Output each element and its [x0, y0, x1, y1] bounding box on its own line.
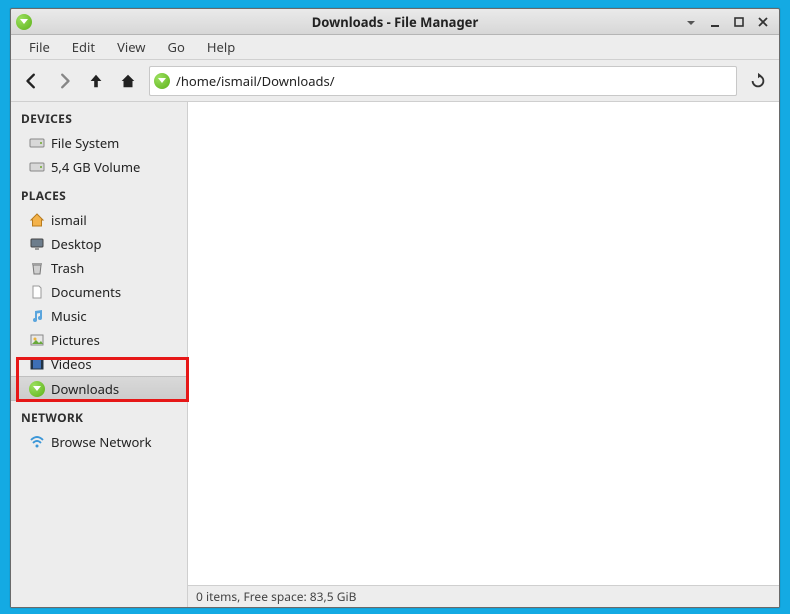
trash-icon	[29, 260, 45, 276]
file-view[interactable]	[188, 102, 779, 585]
sidebar-item-label: Downloads	[51, 380, 119, 398]
sidebar-item-volume[interactable]: 5,4 GB Volume	[11, 155, 187, 179]
location-bar[interactable]: /home/ismail/Downloads/	[149, 66, 737, 96]
body: DEVICES File System 5,4 GB Volume PLACES…	[11, 102, 779, 585]
minimize-button[interactable]	[707, 14, 723, 30]
sidebar-item-home[interactable]: ismail	[11, 208, 187, 232]
sidebar-item-label: 5,4 GB Volume	[51, 158, 140, 176]
titlebar: Downloads - File Manager	[11, 9, 779, 35]
sidebar-item-videos[interactable]: Videos	[11, 352, 187, 376]
menu-help[interactable]: Help	[197, 35, 245, 59]
sidebar-heading-places: PLACES	[11, 179, 187, 208]
up-button[interactable]	[81, 66, 111, 96]
sidebar-heading-network: NETWORK	[11, 401, 187, 430]
sidebar-item-label: Documents	[51, 283, 121, 301]
pictures-icon	[29, 332, 45, 348]
document-icon	[29, 284, 45, 300]
download-icon	[29, 381, 45, 397]
disk-icon	[29, 135, 45, 151]
sidebar-item-label: ismail	[51, 211, 87, 229]
maximize-button[interactable]	[731, 14, 747, 30]
menu-file[interactable]: File	[19, 35, 60, 59]
menu-go[interactable]: Go	[158, 35, 195, 59]
videos-icon	[29, 356, 45, 372]
home-icon	[29, 212, 45, 228]
menu-view[interactable]: View	[107, 35, 155, 59]
statusbar-text: 0 items, Free space: 83,5 GiB	[196, 588, 356, 605]
music-icon	[29, 308, 45, 324]
sidebar-item-downloads[interactable]: Downloads	[11, 376, 187, 401]
desktop-icon	[29, 236, 45, 252]
sidebar-item-desktop[interactable]: Desktop	[11, 232, 187, 256]
sidebar-item-label: Pictures	[51, 331, 100, 349]
forward-button[interactable]	[49, 66, 79, 96]
home-button[interactable]	[113, 66, 143, 96]
always-on-top-button[interactable]	[683, 14, 699, 30]
sidebar-item-file-system[interactable]: File System	[11, 131, 187, 155]
sidebar: DEVICES File System 5,4 GB Volume PLACES…	[11, 102, 188, 585]
reload-button[interactable]	[743, 66, 773, 96]
close-button[interactable]	[755, 14, 771, 30]
app-download-icon	[11, 14, 37, 30]
statusbar: 0 items, Free space: 83,5 GiB	[188, 585, 779, 607]
location-download-icon	[154, 73, 170, 89]
sidebar-item-music[interactable]: Music	[11, 304, 187, 328]
location-path: /home/ismail/Downloads/	[176, 72, 732, 90]
menu-edit[interactable]: Edit	[62, 35, 105, 59]
sidebar-item-label: Trash	[51, 259, 84, 277]
wifi-icon	[29, 434, 45, 450]
window-title: Downloads - File Manager	[11, 13, 779, 31]
sidebar-item-label: Videos	[51, 355, 92, 373]
disk-icon	[29, 159, 45, 175]
sidebar-item-trash[interactable]: Trash	[11, 256, 187, 280]
sidebar-item-label: Browse Network	[51, 433, 152, 451]
toolbar: /home/ismail/Downloads/	[11, 60, 779, 102]
file-manager-window: Downloads - File Manager File Edit View …	[10, 8, 780, 608]
window-controls	[683, 14, 779, 30]
sidebar-item-label: File System	[51, 134, 119, 152]
sidebar-item-documents[interactable]: Documents	[11, 280, 187, 304]
back-button[interactable]	[17, 66, 47, 96]
menubar: File Edit View Go Help	[11, 35, 779, 60]
sidebar-item-label: Music	[51, 307, 87, 325]
sidebar-item-label: Desktop	[51, 235, 102, 253]
sidebar-heading-devices: DEVICES	[11, 102, 187, 131]
sidebar-item-browse-network[interactable]: Browse Network	[11, 430, 187, 454]
sidebar-item-pictures[interactable]: Pictures	[11, 328, 187, 352]
